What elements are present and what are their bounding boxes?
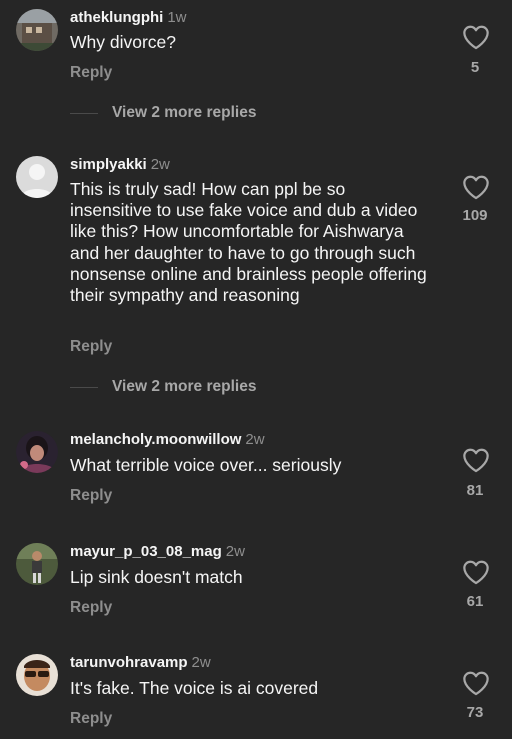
reply-button[interactable]: Reply (70, 338, 112, 356)
avatar-image (16, 9, 58, 51)
heart-outline-icon[interactable] (462, 24, 490, 50)
timestamp: 2w (245, 431, 265, 448)
avatar[interactable] (16, 9, 58, 51)
reply-button[interactable]: Reply (70, 599, 112, 617)
avatar[interactable] (16, 543, 58, 585)
like-count: 81 (466, 482, 484, 499)
comment-meta: atheklungphi 1w (70, 9, 187, 27)
avatar-image (16, 543, 58, 585)
reply-button[interactable]: Reply (70, 710, 112, 728)
avatar-image (16, 431, 58, 473)
avatar[interactable] (16, 156, 58, 198)
comment-meta: simplyakki 2w (70, 156, 170, 174)
comment-text: It's fake. The voice is ai covered (70, 678, 319, 698)
username[interactable]: tarunvohravamp (70, 654, 188, 671)
view-more-replies[interactable]: View 2 more replies (70, 377, 256, 397)
timestamp: 2w (225, 543, 245, 560)
like-count: 5 (470, 59, 480, 76)
like-count: 109 (462, 207, 488, 224)
like-count: 73 (466, 704, 484, 721)
comment-meta: tarunvohravamp 2w (70, 654, 211, 672)
view-more-replies[interactable]: View 2 more replies (70, 103, 256, 123)
comment-item: mayur_p_03_08_mag 2w Lip sink doesn't mat… (0, 520, 512, 630)
heart-outline-icon[interactable] (462, 174, 490, 200)
view-more-label[interactable]: View 2 more replies (112, 104, 256, 122)
heart-outline-icon[interactable] (462, 670, 490, 696)
like-count: 61 (466, 593, 484, 610)
comment-item: atheklungphi 1w Why divorce? Reply 5 View… (0, 0, 512, 130)
reply-button[interactable]: Reply (70, 64, 112, 82)
username[interactable]: atheklungphi (70, 9, 163, 26)
comment-item: tarunvohravamp 2w It's fake. The voice is… (0, 630, 512, 739)
divider (70, 386, 98, 388)
timestamp: 2w (150, 156, 170, 173)
timestamp: 1w (167, 9, 187, 26)
reply-button[interactable]: Reply (70, 487, 112, 505)
avatar[interactable] (16, 654, 58, 696)
avatar[interactable] (16, 431, 58, 473)
avatar-image (16, 654, 58, 696)
timestamp: 2w (191, 654, 211, 671)
heart-outline-icon[interactable] (462, 447, 490, 473)
comment-meta: melancholy.moonwillow 2w (70, 431, 265, 449)
comment-text: What terrible voice over... seriously (70, 455, 342, 475)
heart-outline-icon[interactable] (462, 559, 490, 585)
comment-text: This is truly sad! How can ppl be so ins… (70, 179, 427, 306)
comment-text: Lip sink doesn't match (70, 567, 243, 587)
default-avatar-icon (16, 156, 58, 198)
comment-item: melancholy.moonwillow 2w What terrible vo… (0, 410, 512, 520)
username[interactable]: simplyakki (70, 156, 147, 173)
comment-meta: mayur_p_03_08_mag 2w (70, 543, 245, 561)
comment-text: Why divorce? (70, 32, 177, 52)
comment-item: simplyakki 2w This is truly sad! How can … (0, 140, 512, 410)
username[interactable]: melancholy.moonwillow (70, 431, 241, 448)
divider (70, 112, 98, 114)
username[interactable]: mayur_p_03_08_mag (70, 543, 222, 560)
view-more-label[interactable]: View 2 more replies (112, 378, 256, 396)
